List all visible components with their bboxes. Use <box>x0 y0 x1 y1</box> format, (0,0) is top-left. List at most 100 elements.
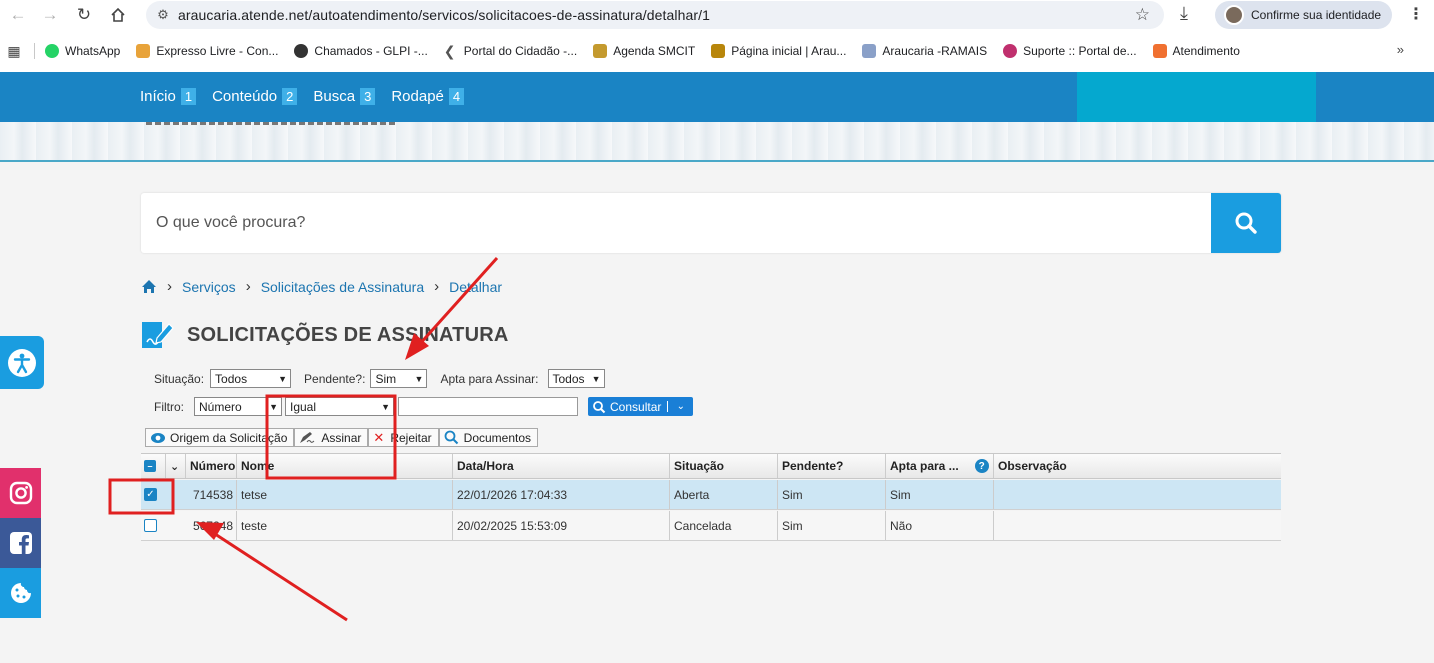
chevron-right-icon: › <box>167 278 172 295</box>
cell-numero: 714538 <box>166 480 237 509</box>
header-numero[interactable]: Número <box>186 454 237 478</box>
search-input[interactable] <box>141 193 1201 253</box>
bookmark-glpi[interactable]: Chamados - GLPI -... <box>294 44 428 58</box>
suporte-icon <box>1003 44 1018 58</box>
chevron-left-icon: ❮ <box>443 43 456 59</box>
documentos-button[interactable]: Documentos <box>438 428 539 447</box>
nav-inicio[interactable]: Início 1 <box>140 88 197 105</box>
breadcrumb-servicos[interactable]: Serviços <box>182 279 236 295</box>
cell-pendente: Sim <box>778 511 886 540</box>
bookmark-expresso[interactable]: Expresso Livre - Con... <box>136 44 278 58</box>
header-accent-block <box>1077 72 1316 122</box>
situacao-label: Situação: <box>154 371 205 386</box>
cell-situacao: Cancelada <box>670 511 778 540</box>
bookmark-ramais[interactable]: Araucaria -RAMAIS <box>862 44 987 58</box>
breadcrumb: › Serviços › Solicitações de Assinatura … <box>141 278 502 295</box>
apps-grid-icon[interactable]: ▦ <box>2 43 26 60</box>
bookmarks-bar: ▦ WhatsApp Expresso Livre - Con... Chama… <box>0 38 1434 64</box>
table-row[interactable]: 567248 teste 20/02/2025 15:53:09 Cancela… <box>141 511 1281 541</box>
chevron-down-icon[interactable]: ⌄ <box>667 401 693 412</box>
bookmark-agenda[interactable]: Agenda SMCIT <box>593 44 695 58</box>
header-apta[interactable]: Apta para ...? <box>886 454 994 478</box>
instagram-icon <box>9 481 32 505</box>
nav-busca[interactable]: Busca 3 <box>313 88 376 105</box>
cell-data: 22/01/2026 17:04:33 <box>453 480 670 509</box>
site-nav: Início 1 Conteúdo 2 Busca 3 Rodapé 4 <box>0 72 1434 122</box>
expand-chevron-icon[interactable]: ⌄ <box>166 454 186 478</box>
bookmark-whatsapp[interactable]: WhatsApp <box>45 44 120 58</box>
pendente-select[interactable]: Sim ▼ <box>370 369 428 388</box>
apta-select[interactable]: Todos ▼ <box>547 369 605 388</box>
chevron-right-icon: › <box>245 278 251 295</box>
select-all-checkbox[interactable]: – <box>144 460 156 472</box>
search-box <box>141 193 1281 253</box>
chevron-down-icon: ▼ <box>278 373 288 384</box>
row-checkbox[interactable] <box>144 519 157 532</box>
search-button[interactable] <box>1211 193 1281 253</box>
reload-icon[interactable]: ↻ <box>66 0 102 30</box>
glpi-icon <box>294 44 309 58</box>
breadcrumb-detalhar[interactable]: Detalhar <box>449 279 502 295</box>
facebook-button[interactable] <box>0 518 41 568</box>
search-icon <box>593 400 606 413</box>
origem-button[interactable]: Origem da Solicitação <box>145 428 295 447</box>
grid-header: – ⌄ Número Nome Data/Hora Situação Pende… <box>141 453 1281 479</box>
whatsapp-icon <box>45 44 59 58</box>
close-icon: ✕ <box>373 429 385 445</box>
home-icon[interactable] <box>100 0 136 30</box>
cell-nome: teste <box>237 511 453 540</box>
signature-icon <box>142 322 174 348</box>
row-checkbox-cell <box>141 511 166 540</box>
bookmark-star-icon[interactable]: ☆ <box>1135 5 1150 25</box>
situacao-select[interactable]: Todos ▼ <box>210 369 292 388</box>
address-bar[interactable]: ⚙ araucaria.atende.net/autoatendimento/s… <box>146 1 1164 29</box>
consultar-button[interactable]: Consultar ⌄ <box>588 397 694 416</box>
rejeitar-button[interactable]: ✕ Rejeitar <box>368 428 439 447</box>
row-checkbox[interactable]: ✓ <box>144 488 157 501</box>
bookmark-atendimento[interactable]: Atendimento <box>1152 44 1240 58</box>
select-all-cell: – <box>141 454 166 478</box>
profile-button[interactable]: Confirme sua identidade <box>1215 1 1392 29</box>
nav-rodape[interactable]: Rodapé 4 <box>391 88 465 105</box>
filter-row-1: Situação: Todos ▼ Pendente?: Sim ▼ Apta pa… <box>154 369 605 388</box>
apta-label: Apta para Assinar: <box>440 371 539 386</box>
filtro-label: Filtro: <box>154 399 184 414</box>
bookmark-pagina-inicial[interactable]: Página inicial | Arau... <box>711 44 846 58</box>
back-icon[interactable]: ← <box>0 0 36 30</box>
site-settings-icon[interactable]: ⚙ <box>148 7 178 23</box>
filtro-field-select[interactable]: Número ▼ <box>194 397 282 416</box>
cell-pendente: Sim <box>778 480 886 509</box>
filtro-value-input[interactable] <box>398 397 578 416</box>
header-pendente[interactable]: Pendente? <box>778 454 886 478</box>
cookie-icon <box>10 583 31 603</box>
header-data[interactable]: Data/Hora <box>453 454 670 478</box>
search-icon <box>444 430 458 445</box>
assinar-button[interactable]: Assinar <box>294 428 369 447</box>
table-row[interactable]: ✓ 714538 tetse 22/01/2026 17:04:33 Abert… <box>141 480 1281 510</box>
cell-observacao <box>994 511 1281 540</box>
bookmark-portal-cidadao[interactable]: ❮ Portal do Cidadão -... <box>444 44 577 58</box>
instagram-button[interactable] <box>0 468 41 518</box>
help-icon[interactable]: ? <box>974 459 989 473</box>
more-bookmarks-icon[interactable]: » <box>1397 42 1404 57</box>
cookie-button[interactable] <box>0 568 41 618</box>
cell-situacao: Aberta <box>670 480 778 509</box>
forward-icon[interactable]: → <box>32 0 68 30</box>
chevron-down-icon: ▼ <box>414 373 424 384</box>
menu-icon[interactable]: ⋮ <box>1408 4 1424 24</box>
cell-observacao <box>994 480 1281 509</box>
filtro-operator-select[interactable]: Igual ▼ <box>285 397 394 416</box>
header-nome[interactable]: Nome <box>237 454 453 478</box>
cell-apta: Não <box>886 511 994 540</box>
breadcrumb-solicitacoes[interactable]: Solicitações de Assinatura <box>261 279 424 295</box>
header-situacao[interactable]: Situação <box>670 454 778 478</box>
download-icon[interactable]: ⤓ <box>1180 3 1188 24</box>
nav-conteudo[interactable]: Conteúdo 2 <box>212 88 298 105</box>
search-icon <box>1235 212 1257 234</box>
bookmark-suporte[interactable]: Suporte :: Portal de... <box>1003 44 1137 58</box>
url-text[interactable]: araucaria.atende.net/autoatendimento/ser… <box>178 7 710 23</box>
accessibility-button[interactable] <box>0 336 44 389</box>
home-icon[interactable] <box>141 279 157 294</box>
header-observacao[interactable]: Observação <box>994 454 1281 478</box>
profile-label: Confirme sua identidade <box>1251 8 1382 22</box>
